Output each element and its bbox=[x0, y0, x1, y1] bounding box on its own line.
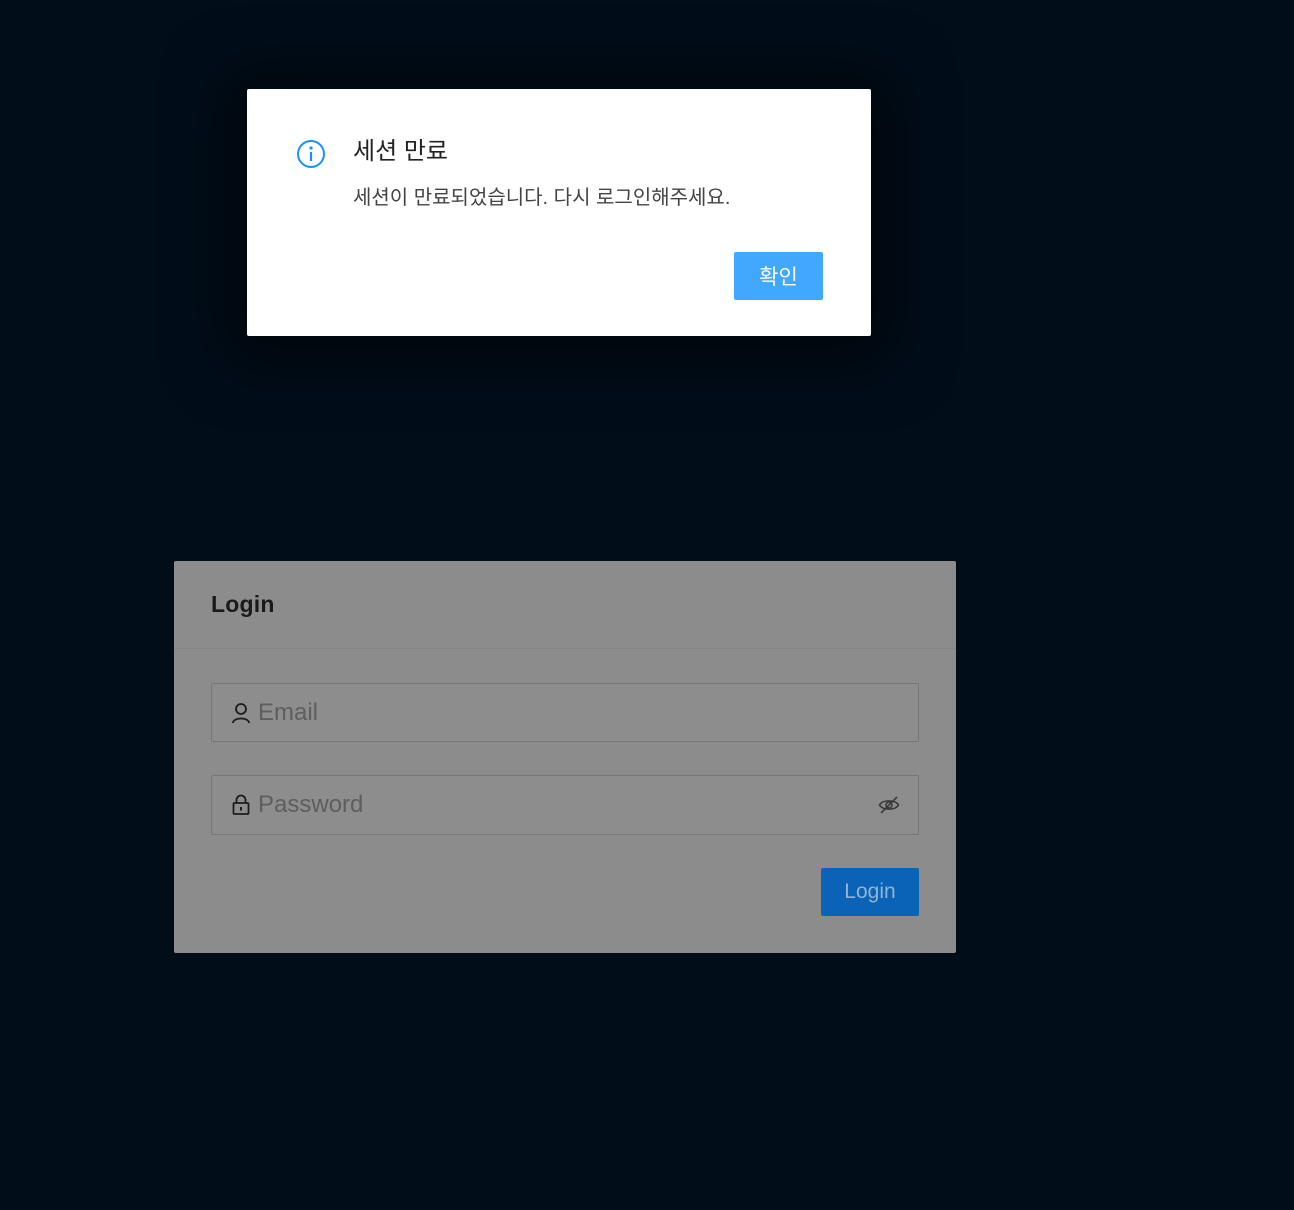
modal-message: 세션이 만료되었습니다. 다시 로그인해주세요. bbox=[353, 187, 731, 209]
eye-invisible-icon[interactable] bbox=[877, 793, 901, 817]
ok-button[interactable]: 확인 bbox=[734, 252, 823, 300]
page: Login Email Login 세션 만료 세션이 만료되었습니다. 다시 … bbox=[0, 0, 1294, 1210]
login-button[interactable]: Login bbox=[821, 868, 919, 916]
modal-title: 세션 만료 bbox=[353, 138, 448, 165]
user-icon bbox=[230, 702, 252, 724]
login-card: Login Email Login bbox=[174, 561, 956, 953]
password-input[interactable] bbox=[258, 776, 877, 834]
info-circle-icon bbox=[296, 139, 326, 169]
password-field[interactable] bbox=[211, 775, 919, 835]
lock-icon bbox=[230, 794, 252, 816]
email-field[interactable] bbox=[211, 683, 919, 742]
session-expired-modal: 세션 만료 세션이 만료되었습니다. 다시 로그인해주세요. 확인 bbox=[247, 89, 871, 336]
login-card-header: Login bbox=[174, 561, 956, 649]
login-title: Login bbox=[211, 591, 275, 617]
email-input[interactable] bbox=[258, 684, 918, 741]
